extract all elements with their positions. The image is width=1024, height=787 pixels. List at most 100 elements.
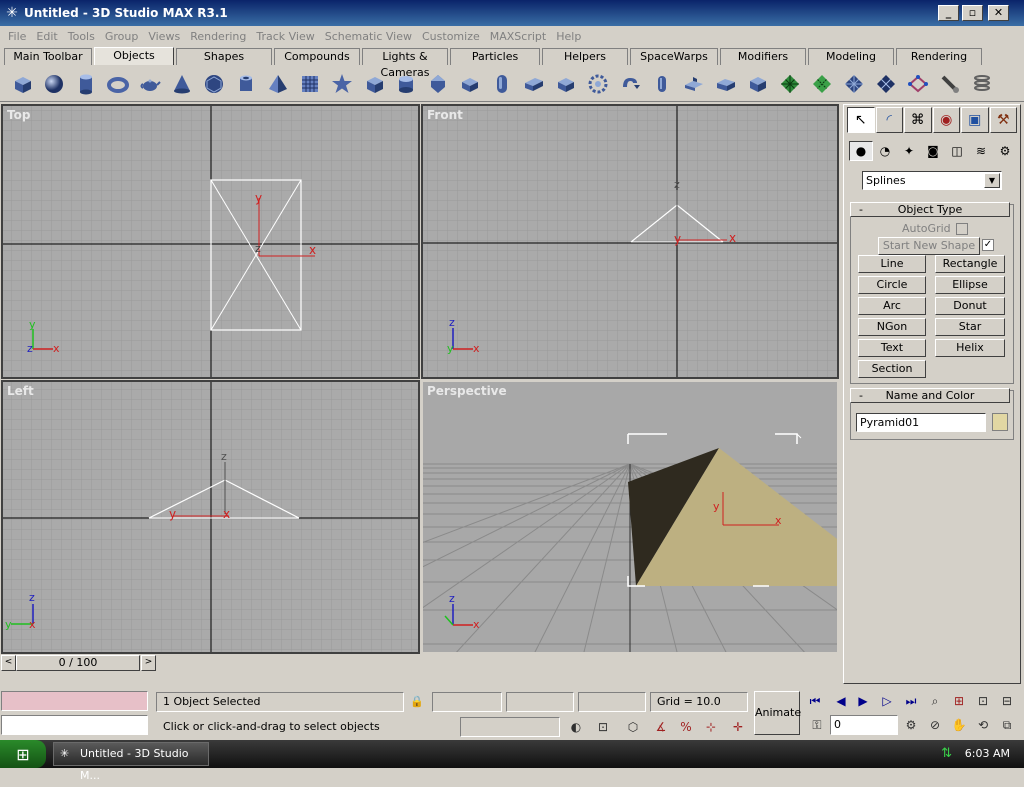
close-button[interactable]: ✕ — [988, 5, 1009, 21]
tab-lights-cameras[interactable]: Lights & Cameras — [362, 48, 448, 79]
viewport-front[interactable]: z x y z x y Front — [421, 104, 839, 379]
pan-icon[interactable]: ✋ — [948, 715, 970, 735]
spring-icon[interactable] — [936, 70, 964, 98]
tab-spacewarps[interactable]: SpaceWarps — [630, 48, 718, 65]
time-config-icon[interactable]: ⚙ — [900, 715, 922, 735]
tab-helpers[interactable]: Helpers — [542, 48, 628, 65]
grid2-icon[interactable] — [808, 70, 836, 98]
hose-icon[interactable] — [584, 70, 612, 98]
zoom-extents-all-icon[interactable]: ⊟ — [996, 691, 1018, 711]
angle-snap-icon[interactable]: ∡ — [650, 717, 672, 737]
taskbar-item-3dsmax[interactable]: ✳ Untitled - 3D Studio M... — [53, 742, 209, 782]
minimize-button[interactable]: _ — [938, 5, 959, 21]
play-icon[interactable]: ▶ — [852, 691, 874, 711]
lights-icon[interactable]: ✦ — [897, 141, 921, 161]
grid-icon[interactable] — [296, 70, 324, 98]
spindle-icon[interactable] — [424, 70, 452, 98]
motion-tab-icon[interactable]: ◉ — [932, 107, 960, 133]
plane2-icon[interactable] — [776, 70, 804, 98]
object-name-field[interactable]: Pyramid01 — [856, 413, 986, 432]
geometry-icon[interactable]: ● — [849, 141, 873, 161]
viewport-perspective[interactable]: y x z x Perspective — [421, 380, 839, 654]
percent-snap-icon[interactable]: % — [675, 717, 697, 737]
menu-tools[interactable]: Tools — [63, 30, 100, 43]
lock-icon[interactable]: 🔒 — [410, 695, 424, 708]
utilities-tab-icon[interactable]: ⚒ — [989, 107, 1017, 133]
snap-settings-icon[interactable]: ✛ — [727, 717, 749, 737]
tab-modifiers[interactable]: Modifiers — [720, 48, 806, 65]
menu-maxscript[interactable]: MAXScript — [485, 30, 551, 43]
star-button[interactable]: Star — [935, 318, 1005, 336]
name-color-header[interactable]: - Name and Color — [850, 388, 1010, 403]
start-new-shape-button[interactable]: Start New Shape — [878, 237, 980, 255]
ellipse-button[interactable]: Ellipse — [935, 276, 1005, 294]
helpers-icon[interactable]: ◫ — [945, 141, 969, 161]
key-mode-icon[interactable]: ⚿ — [806, 715, 828, 735]
zoom-icon[interactable]: ⌕ — [924, 691, 946, 711]
box-icon[interactable] — [8, 70, 36, 98]
menu-rendering[interactable]: Rendering — [185, 30, 251, 43]
window-crossing-icon[interactable]: ⊡ — [592, 717, 614, 737]
torus-icon[interactable] — [104, 70, 132, 98]
spinner-snap-icon[interactable]: ⊹ — [700, 717, 722, 737]
teapot-icon[interactable] — [136, 70, 164, 98]
cext-icon[interactable] — [680, 70, 708, 98]
chamferbox-icon[interactable] — [360, 70, 388, 98]
snap-toggle-icon[interactable]: ⬡ — [622, 717, 644, 737]
ringwave-icon[interactable] — [552, 70, 580, 98]
viewport-left[interactable]: z y x z y x Left — [1, 380, 420, 654]
pyramid-icon[interactable] — [264, 70, 292, 98]
menu-views[interactable]: Views — [143, 30, 185, 43]
cylinder-icon[interactable] — [72, 70, 100, 98]
helix-button[interactable]: Helix — [935, 339, 1005, 357]
tab-rendering[interactable]: Rendering — [896, 48, 982, 65]
oiltank-icon[interactable] — [392, 70, 420, 98]
tube-icon[interactable] — [232, 70, 260, 98]
degradation-override-icon[interactable]: ◐ — [565, 717, 587, 737]
object-color-swatch[interactable] — [992, 413, 1008, 431]
capsule2-icon[interactable] — [616, 70, 644, 98]
sphere-icon[interactable] — [40, 70, 68, 98]
tab-main-toolbar[interactable]: Main Toolbar — [4, 48, 92, 65]
ngon-button[interactable]: NGon — [858, 318, 926, 336]
object-type-header[interactable]: - Object Type — [850, 202, 1010, 217]
plane-icon[interactable] — [744, 70, 772, 98]
slider-next-icon[interactable]: > — [141, 655, 156, 671]
menu-track-view[interactable]: Track View — [251, 30, 319, 43]
go-to-start-icon[interactable]: ⏮ — [804, 691, 826, 711]
arc-button[interactable]: Arc — [858, 297, 926, 315]
viewport-top[interactable]: y x z y x z Top — [1, 104, 420, 379]
grid3-icon[interactable] — [840, 70, 868, 98]
zoom-region-icon[interactable]: ⊘ — [924, 715, 946, 735]
category-dropdown[interactable]: Splines ▼ — [862, 171, 1002, 190]
donut-button[interactable]: Donut — [935, 297, 1005, 315]
menu-customize[interactable]: Customize — [417, 30, 485, 43]
create-tab-icon[interactable]: ↖ — [847, 107, 875, 133]
display-tab-icon[interactable]: ▣ — [961, 107, 989, 133]
systems-icon[interactable]: ⚙ — [993, 141, 1017, 161]
prism-icon[interactable] — [712, 70, 740, 98]
tab-modeling[interactable]: Modeling — [808, 48, 894, 65]
slider-prev-icon[interactable]: < — [1, 655, 16, 671]
menu-help[interactable]: Help — [551, 30, 586, 43]
hedra-icon[interactable] — [520, 70, 548, 98]
zoom-all-icon[interactable]: ⊞ — [948, 691, 970, 711]
animate-button[interactable]: Animate — [754, 691, 801, 735]
zoom-extents-icon[interactable]: ⊡ — [972, 691, 994, 711]
scatter-icon[interactable] — [872, 70, 900, 98]
rectangle-button[interactable]: Rectangle — [935, 255, 1005, 273]
frame-display[interactable]: 0 / 100 — [16, 655, 140, 671]
tab-objects[interactable]: Objects — [94, 47, 174, 65]
next-frame-icon[interactable]: ▷ — [876, 691, 898, 711]
hierarchy-tab-icon[interactable]: ⌘ — [904, 107, 932, 133]
modify-tab-icon[interactable]: ◜ — [875, 107, 903, 133]
arc-rotate-icon[interactable]: ⟲ — [972, 715, 994, 735]
tab-shapes[interactable]: Shapes — [176, 48, 272, 65]
line-button[interactable]: Line — [858, 255, 926, 273]
section-button[interactable]: Section — [858, 360, 926, 378]
star-icon[interactable] — [328, 70, 356, 98]
start-new-shape-checkbox[interactable]: ✓ — [982, 239, 994, 251]
spring2-icon[interactable] — [968, 70, 996, 98]
time-slider[interactable]: < 0 / 100 > — [0, 655, 838, 672]
menu-schematic-view[interactable]: Schematic View — [320, 30, 417, 43]
